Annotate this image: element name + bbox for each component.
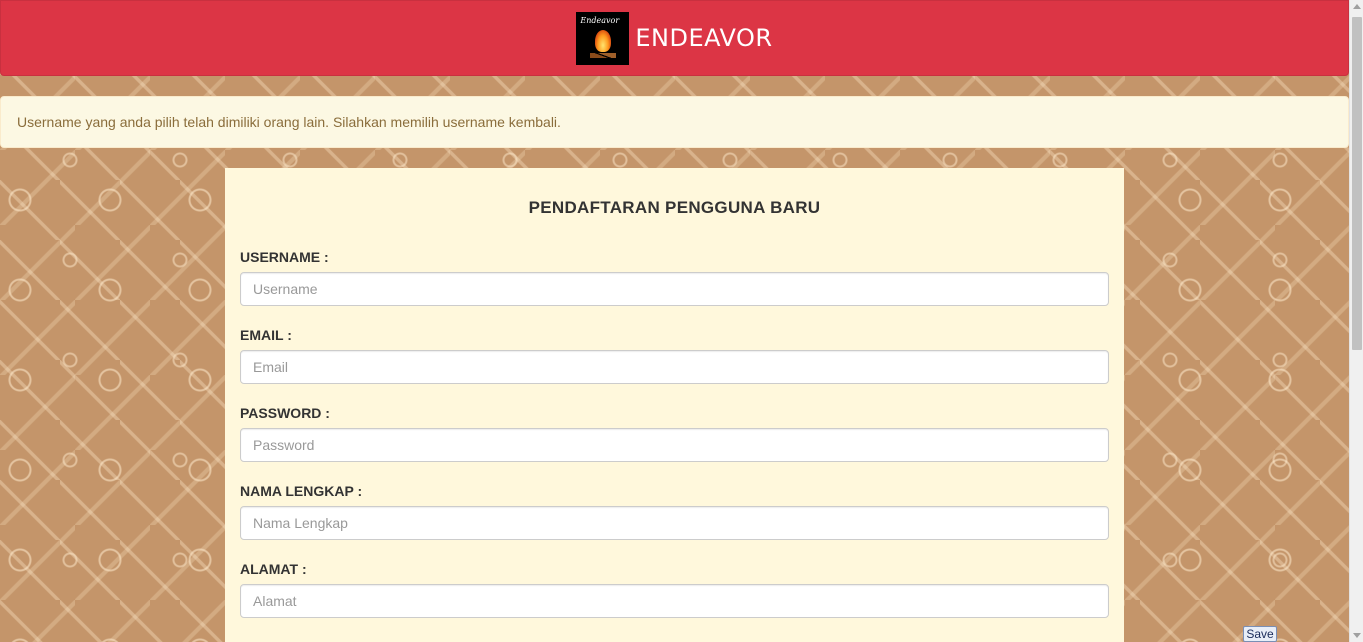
password-input[interactable] xyxy=(240,428,1109,462)
email-input[interactable] xyxy=(240,350,1109,384)
username-label: USERNAME : xyxy=(240,249,329,265)
form-title: PENDAFTARAN PENGGUNA BARU xyxy=(528,198,821,217)
vertical-scrollbar[interactable] xyxy=(1349,0,1363,642)
logo-script-text: Endeavor xyxy=(580,15,620,25)
full-name-label: NAMA LENGKAP : xyxy=(240,483,363,499)
save-button[interactable]: Save xyxy=(1243,626,1277,642)
scroll-down-arrow-icon[interactable] xyxy=(1353,633,1361,638)
campfire-logs-icon xyxy=(589,53,616,58)
address-label: ALAMAT : xyxy=(240,561,307,577)
password-label: PASSWORD : xyxy=(240,405,330,421)
alert-message: Username yang anda pilih telah dimiliki … xyxy=(17,114,561,130)
address-group: ALAMAT : xyxy=(240,561,1109,618)
username-input[interactable] xyxy=(240,272,1109,306)
full-name-group: NAMA LENGKAP : xyxy=(240,483,1109,540)
email-label: EMAIL : xyxy=(240,327,292,343)
full-name-input[interactable] xyxy=(240,506,1109,540)
top-navbar: Endeavor ENDEAVOR xyxy=(0,0,1349,76)
brand-link[interactable]: Endeavor ENDEAVOR xyxy=(576,11,773,65)
scroll-up-arrow-icon[interactable] xyxy=(1353,4,1361,9)
email-group: EMAIL : xyxy=(240,327,1109,384)
warning-alert: Username yang anda pilih telah dimiliki … xyxy=(0,96,1349,148)
address-input[interactable] xyxy=(240,584,1109,618)
password-group: PASSWORD : xyxy=(240,405,1109,462)
scrollbar-thumb[interactable] xyxy=(1352,17,1362,350)
endeavor-logo-icon: Endeavor xyxy=(576,11,630,65)
brand-title: ENDEAVOR xyxy=(635,24,773,52)
username-group: USERNAME : xyxy=(240,249,1109,306)
registration-form-panel: PENDAFTARAN PENGGUNA BARU USERNAME : EMA… xyxy=(225,168,1124,642)
campfire-flame-icon xyxy=(594,30,611,52)
